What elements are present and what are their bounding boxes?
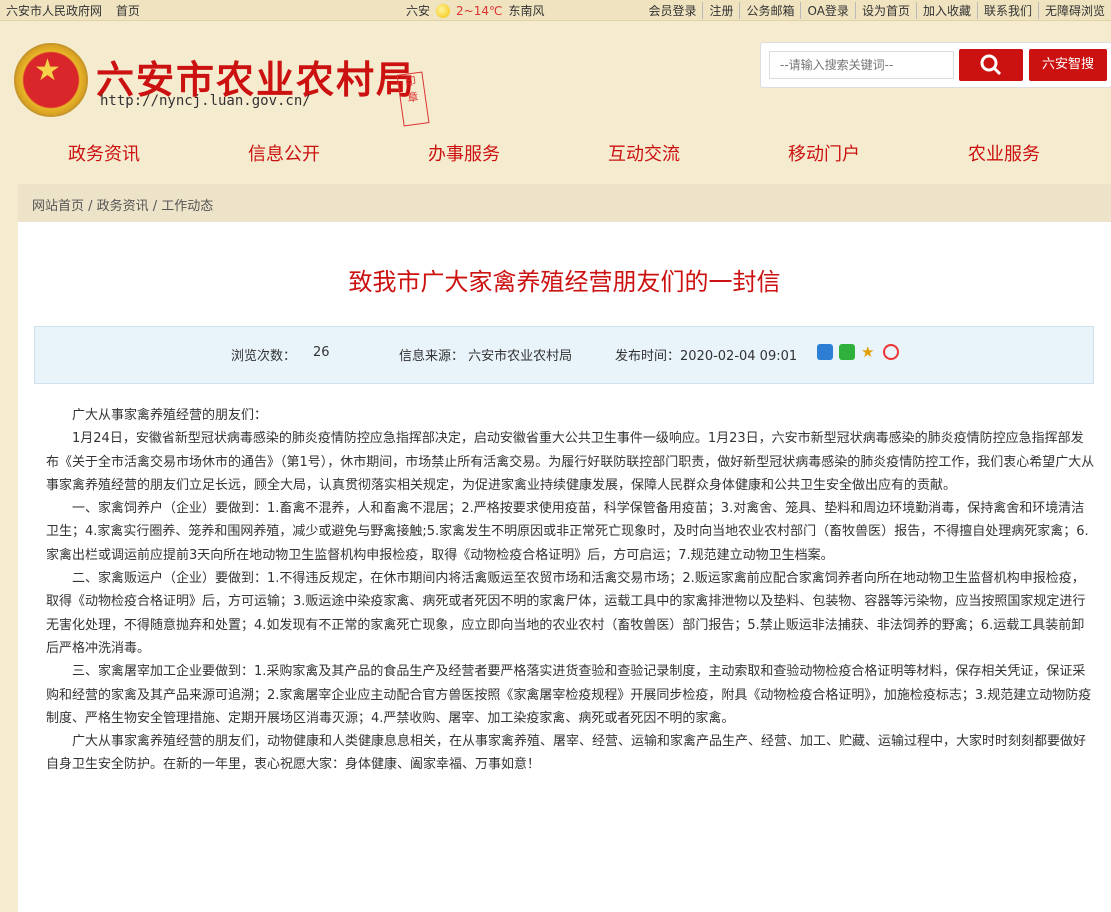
nav-item-services[interactable]: 办事服务 xyxy=(428,140,500,166)
nav-item-info-disclosure[interactable]: 信息公开 xyxy=(248,140,320,166)
paragraph: 广大从事家禽养殖经营的朋友们： xyxy=(72,408,268,423)
official-mail-link[interactable]: 公务邮箱 xyxy=(739,2,800,19)
paragraph: 1月24日，安徽省新型冠状病毒感染的肺炎疫情防控应急指挥部决定，启动安徽省重大公… xyxy=(46,431,1095,493)
article-title: 致我市广大家禽养殖经营朋友们的一封信 xyxy=(348,268,781,296)
publish-date: 发布时间：2020-02-04 09:01 xyxy=(615,349,798,364)
member-login-link[interactable]: 会员登录 xyxy=(642,2,702,19)
oa-login-link[interactable]: OA登录 xyxy=(800,2,854,19)
wechat-share-icon[interactable] xyxy=(839,344,855,360)
register-link[interactable]: 注册 xyxy=(702,2,739,19)
share-plus-icon[interactable] xyxy=(817,344,833,360)
paragraph: 广大从事家禽养殖经营的朋友们，动物健康和人类健康息息相关，在从事家禽养殖、屠宰、… xyxy=(46,734,1087,773)
weather-widget: 六安 2~14℃ 东南风 xyxy=(406,2,544,19)
weather-city: 六安 xyxy=(406,4,431,18)
breadcrumb-text[interactable]: 网站首页 / 政务资讯 / 工作动态 xyxy=(32,195,213,214)
main-nav: 政务资讯 信息公开 办事服务 互动交流 移动门户 农业服务 xyxy=(0,136,1111,170)
site-header: 六安市农业农村局 http://nyncj.luan.gov.cn/ 印章 六安… xyxy=(0,21,1111,131)
article-body: 广大从事家禽养殖经营的朋友们： 1月24日，安徽省新型冠状病毒感染的肺炎疫情防控… xyxy=(46,404,1096,777)
views-label: 浏览次数： xyxy=(231,349,297,364)
nav-item-mobile-portal[interactable]: 移动门户 xyxy=(788,140,860,166)
nav-item-government-news[interactable]: 政务资讯 xyxy=(68,140,140,166)
paragraph: 二、家禽贩运户（企业）要做到：1.不得违反规定，在休市期间内将活禽贩运至农贸市场… xyxy=(46,571,1086,656)
site-url: http://nyncj.luan.gov.cn/ xyxy=(100,93,311,109)
home-link[interactable]: 首页 xyxy=(116,4,140,18)
seal-stamp-icon: 印章 xyxy=(396,71,430,127)
sunny-icon xyxy=(436,3,451,18)
gov-site-link[interactable]: 六安市人民政府网 xyxy=(6,4,102,18)
qzone-share-icon[interactable]: ★ xyxy=(861,344,877,360)
paragraph: 一、家禽饲养户（企业）要做到：1.畜禽不混养，人和畜禽不混居；2.严格按要求使用… xyxy=(46,501,1089,563)
source-text: 信息来源： 六安市农业农村局 xyxy=(399,349,573,364)
breadcrumb: 网站首页 / 政务资讯 / 工作动态 xyxy=(18,184,1111,222)
article-meta: 浏览次数： 26 信息来源： 六安市农业农村局 发布时间：2020-02-04 … xyxy=(34,326,1094,384)
weather-temp: 2~14℃ xyxy=(456,3,503,18)
top-links-left: 六安市人民政府网 首页 xyxy=(6,2,150,19)
top-bar: 六安市人民政府网 首页 六安 2~14℃ 东南风 会员登录 注册 公务邮箱 OA… xyxy=(0,0,1111,21)
national-emblem-icon xyxy=(14,43,88,117)
smart-search-button[interactable]: 六安智搜 xyxy=(1029,49,1107,81)
weibo-share-icon[interactable] xyxy=(883,344,899,360)
contact-link[interactable]: 联系我们 xyxy=(976,2,1038,19)
top-links-right: 会员登录 注册 公务邮箱 OA登录 设为首页 加入收藏 联系我们 无障碍浏览 xyxy=(642,2,1111,19)
search-icon xyxy=(980,54,1002,76)
set-homepage-link[interactable]: 设为首页 xyxy=(854,2,916,19)
add-favorite-link[interactable]: 加入收藏 xyxy=(915,2,977,19)
views-count: 26 xyxy=(313,345,330,360)
search-button[interactable] xyxy=(959,49,1023,81)
search-input[interactable] xyxy=(769,51,954,79)
weather-wind: 东南风 xyxy=(508,4,545,18)
accessibility-link[interactable]: 无障碍浏览 xyxy=(1037,2,1111,19)
paragraph: 三、家禽屠宰加工企业要做到：1.采购家禽及其产品的食品生产及经营者要严格落实进货… xyxy=(46,664,1092,726)
search-area: 六安智搜 xyxy=(760,42,1111,88)
nav-item-interaction[interactable]: 互动交流 xyxy=(608,140,680,166)
nav-item-agri-services[interactable]: 农业服务 xyxy=(968,140,1040,166)
article-panel: 致我市广大家禽养殖经营朋友们的一封信 浏览次数： 26 信息来源： 六安市农业农… xyxy=(18,222,1111,912)
